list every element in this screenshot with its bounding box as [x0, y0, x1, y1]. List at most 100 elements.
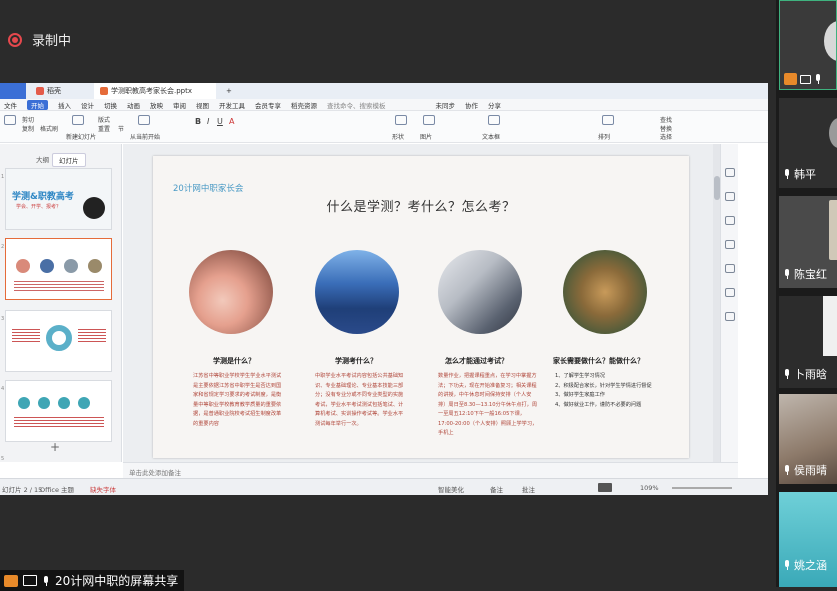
thumb-circle [64, 259, 78, 273]
new-slide-icon[interactable] [72, 115, 84, 125]
mic-icon [783, 369, 791, 379]
style-icon[interactable] [725, 192, 735, 201]
arrange-icon[interactable] [602, 115, 614, 125]
reset-button[interactable]: 重置 [98, 124, 110, 133]
participant-name-row: 陈宝红 [783, 266, 827, 282]
backup-icon[interactable] [725, 288, 735, 297]
notes-pane[interactable]: 单击此处添加备注 [123, 462, 738, 478]
participant-tile[interactable] [779, 0, 837, 90]
share-button[interactable]: 分享 [488, 100, 501, 110]
command-search[interactable]: 查找命令、搜索模板 [327, 100, 386, 110]
participant-name: 姚之涵 [794, 559, 827, 572]
mic-icon [783, 269, 791, 279]
textbox-button[interactable]: 文本框 [482, 132, 500, 141]
property-icon[interactable] [725, 168, 735, 177]
menu-insert[interactable]: 插入 [58, 100, 71, 110]
thumb-text-lines [12, 329, 40, 343]
thumb-circle [38, 397, 50, 409]
slide-thumbnail-4[interactable] [5, 380, 112, 442]
beautify-button[interactable]: 智能美化 [438, 484, 464, 494]
select-button[interactable]: 选择 [660, 132, 672, 141]
tab-home[interactable] [0, 83, 26, 99]
participant-tile[interactable]: 侯雨晴 [779, 394, 837, 484]
shape-button[interactable]: 形状 [392, 132, 404, 141]
notes-toggle[interactable]: 备注 [490, 484, 503, 494]
menu-developer[interactable]: 开发工具 [219, 100, 245, 110]
menu-slideshow[interactable]: 放映 [150, 100, 163, 110]
slide-number: 2 [1, 244, 5, 250]
participant-name: 侯雨晴 [794, 464, 827, 477]
menu-docer-resources[interactable]: 稻壳资源 [291, 100, 317, 110]
play-from-current-button[interactable]: 从当前开始 [130, 132, 160, 141]
participant-name: 卜雨晗 [794, 368, 827, 381]
font-color-icon[interactable]: A [229, 117, 234, 126]
menu-transition[interactable]: 切换 [104, 100, 117, 110]
current-slide[interactable]: 20计网中职家长会 什么是学测？考什么？怎么考？ 学测是什么？ 江苏省中等职业学… [153, 156, 689, 458]
italic-icon[interactable]: I [207, 117, 209, 126]
thumb-circle [40, 259, 54, 273]
slide-thumbnail-1[interactable]: 学测&职教高考 学会、开学、报考？ [5, 168, 112, 230]
thumb-text-lines [14, 281, 104, 291]
animation-icon[interactable] [725, 240, 735, 249]
slide-thumbnail-3[interactable] [5, 310, 112, 372]
comments-toggle[interactable]: 批注 [522, 484, 535, 494]
play-icon[interactable] [138, 115, 150, 125]
businessman-photo [438, 250, 522, 334]
participant-name-row: 卜雨晗 [783, 366, 827, 382]
new-tab-button[interactable]: + [220, 83, 238, 99]
transition-icon[interactable] [725, 264, 735, 273]
participant-tile[interactable]: 韩平 [779, 98, 837, 188]
menu-design[interactable]: 设计 [81, 100, 94, 110]
format-painter-button[interactable]: 格式刷 [40, 124, 58, 133]
zoom-level[interactable]: 109% [640, 484, 659, 492]
list-item: 1、了解学生学习情况 [555, 373, 605, 379]
cut-button[interactable]: 剪切 [22, 115, 34, 124]
participant-tile[interactable]: 姚之涵 [779, 492, 837, 587]
participant-controls [784, 73, 825, 85]
slide-number: 3 [1, 316, 5, 322]
column-2-text: 中职学业水平考试内容包括公共基础知识、专业基础理论、专业基本技能三部分；没有专业… [315, 373, 404, 427]
meeting-table-photo [563, 250, 647, 334]
menu-review[interactable]: 审阅 [173, 100, 186, 110]
layout-button[interactable]: 版式 [98, 115, 110, 124]
settings-icon[interactable] [725, 312, 735, 321]
slide-canvas-area: 20计网中职家长会 什么是学测？考什么？怎么考？ 学测是什么？ 江苏省中等职业学… [123, 144, 738, 462]
participant-tile[interactable]: 卜雨晗 [779, 296, 837, 388]
zoom-slider[interactable] [672, 487, 732, 489]
image-icon[interactable] [423, 115, 435, 125]
slide-thumbnail-2[interactable] [5, 238, 112, 300]
tab-docer[interactable]: 稻壳 [30, 83, 90, 99]
menu-view[interactable]: 视图 [196, 100, 209, 110]
textbox-icon[interactable] [488, 115, 500, 125]
underline-icon[interactable]: U [217, 117, 223, 126]
image-button[interactable]: 图片 [420, 132, 432, 141]
thumb-circle [88, 259, 102, 273]
shape-style-icon[interactable] [725, 216, 735, 225]
sync-status[interactable]: 未同步 [436, 100, 456, 110]
paste-icon[interactable] [4, 115, 16, 125]
list-item: 2、积极配合家长，针对学生学情进行督促 [555, 382, 652, 389]
play-slideshow-icon[interactable] [598, 483, 612, 492]
right-tool-strip [720, 144, 738, 462]
tab-document[interactable]: 学测职教高考家长会.pptx [94, 83, 216, 99]
copy-button[interactable]: 复制 [22, 124, 34, 133]
menu-member[interactable]: 会员专享 [255, 100, 281, 110]
bold-icon[interactable]: B [195, 117, 201, 126]
participant-tile[interactable]: 陈宝红 [779, 196, 837, 288]
city-skyline-photo [315, 250, 399, 334]
find-button[interactable]: 查找 [660, 115, 672, 124]
column-1-text: 江苏省中等职业学校学生学业水平测试是主要依据江苏省中职学生是否达到国家和省规定学… [193, 373, 282, 427]
menu-animation[interactable]: 动画 [127, 100, 140, 110]
collaborate-button[interactable]: 协作 [465, 100, 478, 110]
shape-icon[interactable] [395, 115, 407, 125]
column-1-heading: 学测是什么？ [213, 357, 255, 365]
column-3-text: 数量作业，把握课程重点，在学习中掌握方法；下功夫，现在开始准备复习；相关课程的讲… [438, 373, 538, 436]
add-slide-button[interactable]: + [50, 440, 60, 454]
menu-file[interactable]: 文件 [4, 100, 17, 110]
arrange-button[interactable]: 排列 [598, 132, 610, 141]
menu-home[interactable]: 开始 [27, 99, 48, 110]
section-button[interactable]: 节 [118, 124, 124, 133]
new-slide-button[interactable]: 新建幻灯片 [66, 132, 96, 141]
tab-slides[interactable]: 幻灯片 [52, 153, 86, 167]
missing-font-warning[interactable]: 缺失字体 [90, 484, 116, 494]
